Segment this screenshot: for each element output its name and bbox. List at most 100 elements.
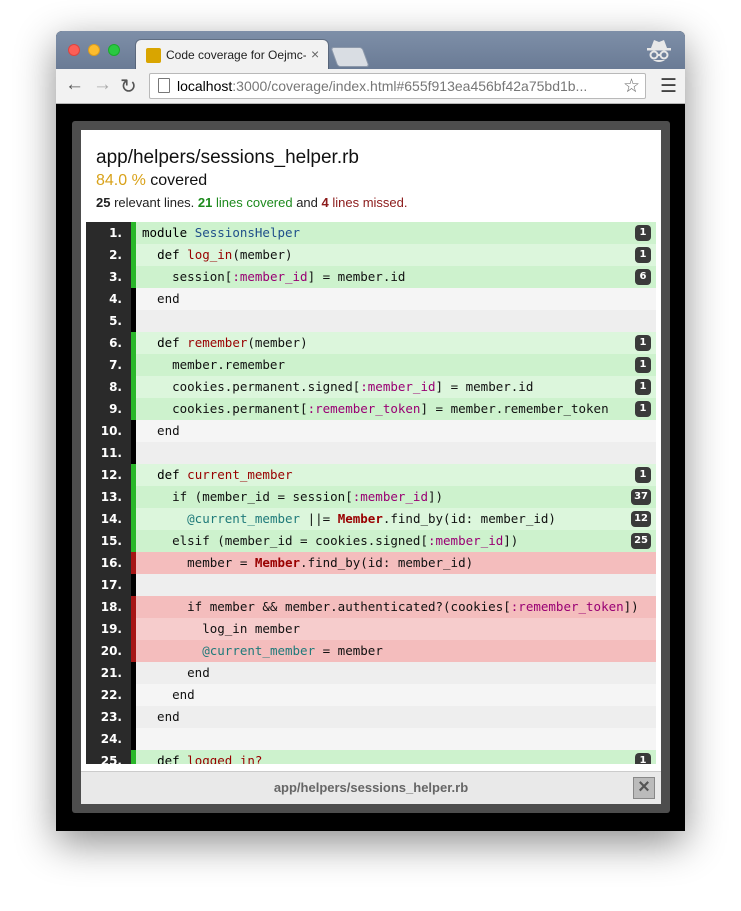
hit-count-badge: 37 (631, 489, 651, 505)
code-line: 19. log_in member (86, 618, 656, 640)
close-icon[interactable]: × (633, 777, 655, 799)
favicon-icon (146, 48, 161, 63)
browser-toolbar: ← → ↻ localhost:3000/coverage/index.html… (56, 69, 685, 104)
page-icon (158, 78, 170, 93)
new-tab-button[interactable] (330, 47, 370, 67)
code-text: elsif (member_id = cookies.signed[:membe… (136, 530, 656, 552)
code-text: @current_member = member (136, 640, 656, 662)
url-text[interactable]: localhost:3000/coverage/index.html#655f9… (177, 78, 617, 94)
code-text: @current_member ||= Member.find_by(id: m… (136, 508, 656, 530)
browser-tab[interactable]: Code coverage for Oejmc- × (136, 40, 328, 69)
code-text: log_in member (136, 618, 656, 640)
line-number: 21. (86, 662, 131, 684)
code-line: 3. session[:member_id] = member.id 6 (86, 266, 656, 288)
code-line: 8. cookies.permanent.signed[:member_id] … (86, 376, 656, 398)
code-line: 1. module SessionsHelper 1 (86, 222, 656, 244)
line-number: 11. (86, 442, 131, 464)
incognito-icon (647, 40, 671, 62)
code-text: member.remember (136, 354, 656, 376)
line-number: 6. (86, 332, 131, 354)
line-number: 22. (86, 684, 131, 706)
hit-count-badge: 25 (631, 533, 651, 549)
code-text: end (136, 420, 656, 442)
code-text: def log_in(member) (136, 244, 656, 266)
code-text: if (member_id = session[:member_id]) (136, 486, 656, 508)
line-number: 1. (86, 222, 131, 244)
code-text (136, 442, 656, 464)
code-text (136, 574, 656, 596)
file-title: app/helpers/sessions_helper.rb (96, 147, 360, 168)
window-minimize-button[interactable] (88, 44, 100, 56)
line-number: 14. (86, 508, 131, 530)
bookmark-star-icon[interactable]: ☆ (623, 75, 640, 98)
line-number: 8. (86, 376, 131, 398)
reload-icon[interactable]: ↻ (120, 74, 137, 99)
line-number: 12. (86, 464, 131, 486)
close-icon[interactable]: × (311, 46, 319, 62)
file-header: app/helpers/sessions_helper.rb 84.0 % co… (81, 130, 661, 220)
code-line: 13. if (member_id = session[:member_id])… (86, 486, 656, 508)
hit-count-badge: 12 (631, 511, 651, 527)
hit-count-badge: 1 (635, 247, 651, 263)
code-text: member = Member.find_by(id: member_id) (136, 552, 656, 574)
line-number: 10. (86, 420, 131, 442)
code-text: if member && member.authenticated?(cooki… (136, 596, 656, 618)
code-text: def remember(member) (136, 332, 656, 354)
modal-frame: app/helpers/sessions_helper.rb 84.0 % co… (72, 121, 670, 813)
code-text: end (136, 684, 656, 706)
line-number: 13. (86, 486, 131, 508)
source-code-listing[interactable]: 1. module SessionsHelper 1 2. def log_in(me… (86, 222, 656, 764)
code-line: 25. def logged_in? 1 (86, 750, 656, 764)
modal-footer: app/helpers/sessions_helper.rb × (81, 771, 661, 804)
address-bar[interactable]: localhost:3000/coverage/index.html#655f9… (149, 73, 646, 99)
code-text: end (136, 662, 656, 684)
menu-icon[interactable]: ☰ (660, 75, 677, 98)
forward-arrow-icon[interactable]: → (93, 74, 112, 96)
window-maximize-button[interactable] (108, 44, 120, 56)
code-line: 11. (86, 442, 656, 464)
code-line: 24. (86, 728, 656, 750)
code-line: 2. def log_in(member) 1 (86, 244, 656, 266)
code-line: 10. end (86, 420, 656, 442)
code-line: 7. member.remember 1 (86, 354, 656, 376)
code-line: 15. elsif (member_id = cookies.signed[:m… (86, 530, 656, 552)
hit-count-badge: 1 (635, 225, 651, 241)
line-number: 23. (86, 706, 131, 728)
line-number: 4. (86, 288, 131, 310)
back-arrow-icon[interactable]: ← (65, 74, 84, 96)
code-text: cookies.permanent[:remember_token] = mem… (136, 398, 656, 420)
line-number: 5. (86, 310, 131, 332)
code-line: 17. (86, 574, 656, 596)
hit-count-badge: 1 (635, 467, 651, 483)
code-text: cookies.permanent.signed[:member_id] = m… (136, 376, 656, 398)
line-number: 16. (86, 552, 131, 574)
line-number: 3. (86, 266, 131, 288)
code-text: def logged_in? (136, 750, 656, 764)
code-text (136, 310, 656, 332)
browser-window: Code coverage for Oejmc- × ← → ↻ localho… (56, 31, 685, 831)
hit-count-badge: 1 (635, 379, 651, 395)
code-text (136, 728, 656, 750)
line-number: 17. (86, 574, 131, 596)
code-line: 12. def current_member 1 (86, 464, 656, 486)
line-number: 2. (86, 244, 131, 266)
code-line: 9. cookies.permanent[:remember_token] = … (86, 398, 656, 420)
line-number: 25. (86, 750, 131, 764)
code-text: session[:member_id] = member.id (136, 266, 656, 288)
line-number: 18. (86, 596, 131, 618)
line-number: 19. (86, 618, 131, 640)
line-number: 7. (86, 354, 131, 376)
line-number: 20. (86, 640, 131, 662)
window-close-button[interactable] (68, 44, 80, 56)
hit-count-badge: 1 (635, 753, 651, 764)
code-line: 22. end (86, 684, 656, 706)
code-line: 6. def remember(member) 1 (86, 332, 656, 354)
hit-count-badge: 1 (635, 401, 651, 417)
source-file-modal: app/helpers/sessions_helper.rb 84.0 % co… (81, 130, 661, 804)
code-text: def current_member (136, 464, 656, 486)
tab-title: Code coverage for Oejmc- (166, 48, 306, 62)
code-line: 4. end (86, 288, 656, 310)
page-content: app/helpers/sessions_helper.rb 84.0 % co… (56, 104, 685, 831)
code-line: 16. member = Member.find_by(id: member_i… (86, 552, 656, 574)
hit-count-badge: 1 (635, 357, 651, 373)
